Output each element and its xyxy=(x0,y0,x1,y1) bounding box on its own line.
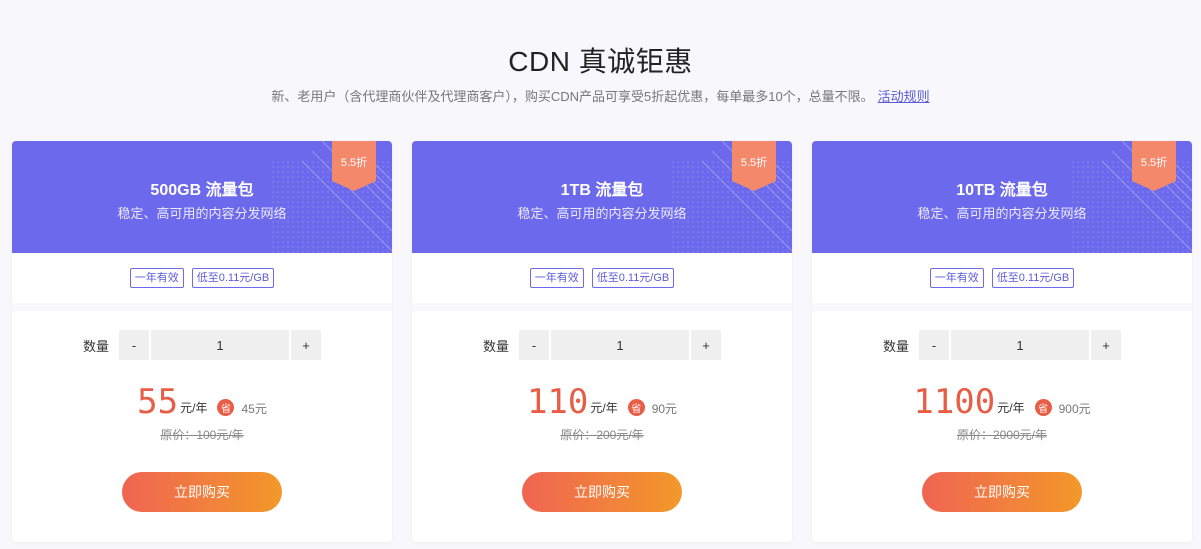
quantity-input[interactable] xyxy=(151,330,289,360)
unit-price-tag: 低至0.11元/GB xyxy=(191,268,275,288)
package-cards: 5.5折 500GB 流量包 稳定、高可用的内容分发网络 一年有效 低至0.11… xyxy=(12,141,1192,542)
price-value: 110 xyxy=(526,382,589,422)
original-price: 原价：200元/年 xyxy=(560,428,644,442)
quantity-label: 数量 xyxy=(82,338,109,354)
tag-row: 一年有效 低至0.11元/GB xyxy=(412,253,792,311)
save-amount: 900元 xyxy=(1058,402,1091,416)
quantity-input[interactable] xyxy=(551,330,689,360)
package-name: 1TB 流量包 xyxy=(560,182,644,199)
save-icon: 省 xyxy=(627,399,645,416)
save-icon: 省 xyxy=(217,399,235,416)
unit-price-tag: 低至0.11元/GB xyxy=(591,268,675,288)
quantity-input[interactable] xyxy=(951,330,1089,360)
original-price: 原价：100元/年 xyxy=(160,428,244,442)
quantity-stepper: 数量 - + xyxy=(812,330,1192,360)
increment-button[interactable]: + xyxy=(691,330,721,360)
package-desc: 稳定、高可用的内容分发网络 xyxy=(117,206,287,221)
package-desc: 稳定、高可用的内容分发网络 xyxy=(517,206,687,221)
package-card: 5.5折 1TB 流量包 稳定、高可用的内容分发网络 一年有效 低至0.11元/… xyxy=(412,141,792,542)
price-value: 55 xyxy=(137,382,179,422)
buy-now-button[interactable]: 立即购买 xyxy=(922,472,1082,512)
card-header: 5.5折 1TB 流量包 稳定、高可用的内容分发网络 xyxy=(412,141,792,253)
tag-row: 一年有效 低至0.11元/GB xyxy=(12,253,392,311)
validity-tag: 一年有效 xyxy=(129,268,184,288)
validity-tag: 一年有效 xyxy=(529,268,584,288)
card-header: 5.5折 10TB 流量包 稳定、高可用的内容分发网络 xyxy=(812,141,1192,253)
card-header: 5.5折 500GB 流量包 稳定、高可用的内容分发网络 xyxy=(12,141,392,253)
unit-price-tag: 低至0.11元/GB xyxy=(991,268,1075,288)
price-unit: 元/年 xyxy=(590,401,618,415)
package-card: 5.5折 500GB 流量包 稳定、高可用的内容分发网络 一年有效 低至0.11… xyxy=(12,141,392,542)
page-subtitle: 新、老用户（含代理商伙伴及代理商客户），购买CDN产品可享受5折起优惠，每单最多… xyxy=(0,86,1201,105)
price-row: 55 元/年 省 45元 xyxy=(12,385,392,419)
quantity-label: 数量 xyxy=(882,338,909,354)
save-amount: 45元 xyxy=(241,402,267,416)
promo-page: CDN 真诚钜惠 新、老用户（含代理商伙伴及代理商客户），购买CDN产品可享受5… xyxy=(0,0,1201,549)
quantity-stepper: 数量 - + xyxy=(12,330,392,360)
increment-button[interactable]: + xyxy=(1091,330,1121,360)
tag-row: 一年有效 低至0.11元/GB xyxy=(812,253,1192,311)
validity-tag: 一年有效 xyxy=(929,268,984,288)
package-name: 500GB 流量包 xyxy=(150,182,254,199)
original-price: 原价：2000元/年 xyxy=(956,428,1048,442)
rules-link[interactable]: 活动规则 xyxy=(878,89,930,104)
save-icon: 省 xyxy=(1034,399,1052,416)
package-card: 5.5折 10TB 流量包 稳定、高可用的内容分发网络 一年有效 低至0.11元… xyxy=(812,141,1192,542)
subtitle-text: 新、老用户（含代理商伙伴及代理商客户），购买CDN产品可享受5折起优惠，每单最多… xyxy=(271,89,874,104)
price-unit: 元/年 xyxy=(180,401,208,415)
decrement-button[interactable]: - xyxy=(919,330,949,360)
quantity-label: 数量 xyxy=(482,338,509,354)
quantity-stepper: 数量 - + xyxy=(412,330,792,360)
package-name: 10TB 流量包 xyxy=(956,182,1048,199)
save-amount: 90元 xyxy=(651,402,678,416)
price-unit: 元/年 xyxy=(997,401,1025,415)
price-value: 1100 xyxy=(913,382,996,422)
price-row: 110 元/年 省 90元 xyxy=(412,385,792,419)
buy-now-button[interactable]: 立即购买 xyxy=(522,472,682,512)
decrement-button[interactable]: - xyxy=(119,330,149,360)
decrement-button[interactable]: - xyxy=(519,330,549,360)
price-row: 1100 元/年 省 900元 xyxy=(812,385,1192,419)
page-title: CDN 真诚钜惠 xyxy=(508,46,693,77)
increment-button[interactable]: + xyxy=(291,330,321,360)
package-desc: 稳定、高可用的内容分发网络 xyxy=(917,206,1087,221)
buy-now-button[interactable]: 立即购买 xyxy=(122,472,282,512)
